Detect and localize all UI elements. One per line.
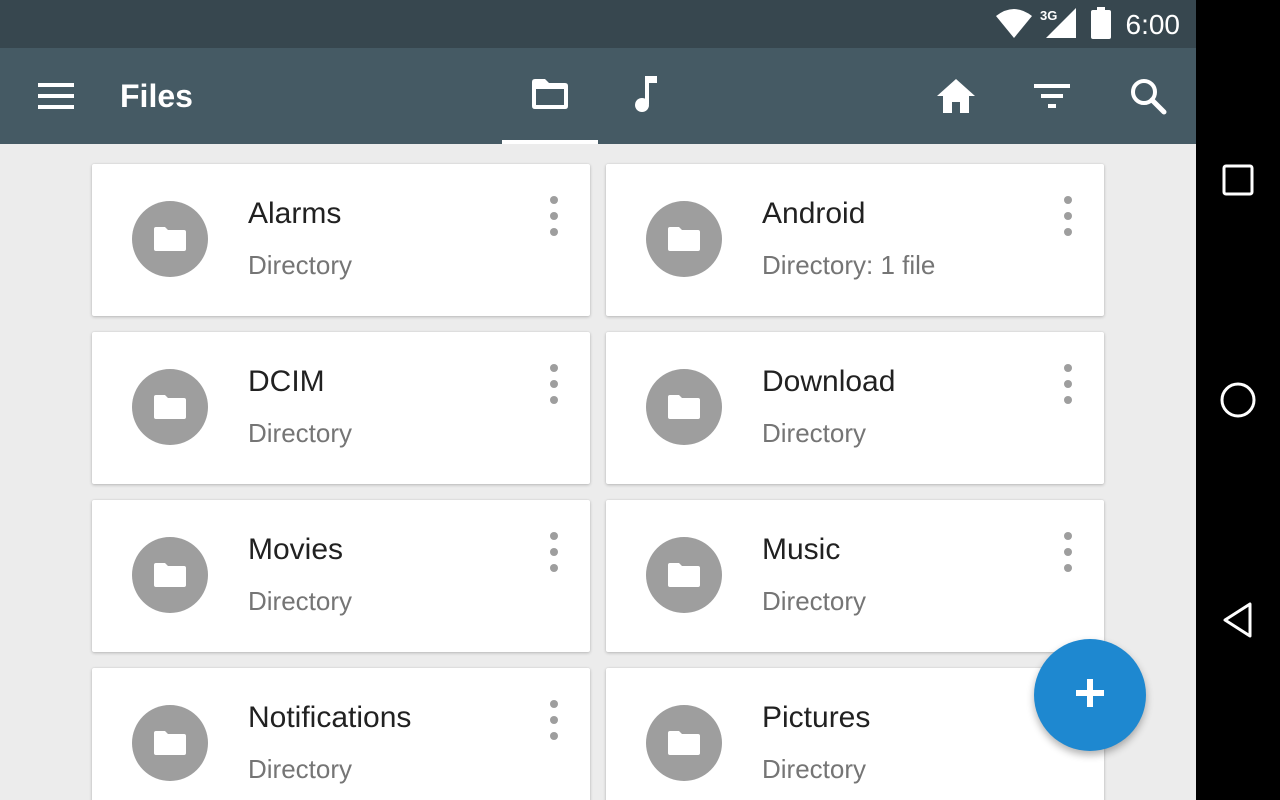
file-detail: Directory <box>762 418 867 448</box>
folder-avatar-icon <box>132 369 208 445</box>
wifi-icon <box>996 8 1032 45</box>
folder-icon <box>529 77 571 116</box>
file-card-android[interactable]: Android Directory: 1 file <box>606 164 1104 316</box>
music-note-icon <box>631 74 661 119</box>
hamburger-menu-icon[interactable] <box>32 72 80 120</box>
status-bar: 3G 6:00 <box>0 0 1196 48</box>
more-options-icon[interactable] <box>538 530 570 574</box>
file-name: Alarms <box>248 197 342 230</box>
folder-avatar-icon <box>132 705 208 781</box>
battery-icon <box>1090 7 1112 44</box>
app-title: Files <box>120 78 193 114</box>
file-detail: Directory <box>762 754 867 784</box>
folder-avatar-icon <box>132 537 208 613</box>
file-detail: Directory <box>762 586 867 616</box>
add-fab-button[interactable] <box>1034 639 1146 751</box>
file-card-notifications[interactable]: Notifications Directory <box>92 668 590 800</box>
tab-files[interactable] <box>502 48 598 144</box>
file-detail: Directory <box>248 754 353 784</box>
file-name: DCIM <box>248 365 325 398</box>
back-triangle-icon[interactable] <box>1208 590 1268 650</box>
file-card-download[interactable]: Download Directory <box>606 332 1104 484</box>
file-name: Music <box>762 533 841 566</box>
search-icon[interactable] <box>1124 72 1172 120</box>
tab-music[interactable] <box>598 48 694 144</box>
filter-icon[interactable] <box>1028 72 1076 120</box>
file-name: Android <box>762 197 866 230</box>
folder-avatar-icon <box>646 369 722 445</box>
system-nav-bar <box>1196 0 1280 800</box>
folder-avatar-icon <box>646 705 722 781</box>
folder-avatar-icon <box>132 201 208 277</box>
plus-icon <box>1074 677 1106 714</box>
more-options-icon[interactable] <box>538 194 570 238</box>
file-detail: Directory <box>248 418 353 448</box>
file-name: Pictures <box>762 701 871 734</box>
file-card-dcim[interactable]: DCIM Directory <box>92 332 590 484</box>
file-name: Movies <box>248 533 344 566</box>
file-detail: Directory: 1 file <box>762 250 936 280</box>
folder-avatar-icon <box>646 537 722 613</box>
clock: 6:00 <box>1125 9 1181 40</box>
file-card-alarms[interactable]: Alarms Directory <box>92 164 590 316</box>
more-options-icon[interactable] <box>1052 530 1084 574</box>
file-card-music[interactable]: Music Directory <box>606 500 1104 652</box>
file-name: Notifications <box>248 701 412 734</box>
folder-avatar-icon <box>646 201 722 277</box>
file-detail: Directory <box>248 250 353 280</box>
more-options-icon[interactable] <box>1052 194 1084 238</box>
file-detail: Directory <box>248 586 353 616</box>
app-toolbar: Files <box>0 48 1196 144</box>
more-options-icon[interactable] <box>538 362 570 406</box>
network-type-label: 3G <box>1040 8 1058 23</box>
home-circle-icon[interactable] <box>1208 370 1268 430</box>
file-name: Download <box>762 365 896 398</box>
more-options-icon[interactable] <box>1052 362 1084 406</box>
file-card-pictures[interactable]: Pictures Directory <box>606 668 1104 800</box>
home-icon[interactable] <box>932 72 980 120</box>
recents-square-icon[interactable] <box>1208 150 1268 210</box>
more-options-icon[interactable] <box>538 698 570 742</box>
file-card-movies[interactable]: Movies Directory <box>92 500 590 652</box>
file-manager-app: 3G 6:00 Files Alarms Directory Android D… <box>0 0 1196 800</box>
